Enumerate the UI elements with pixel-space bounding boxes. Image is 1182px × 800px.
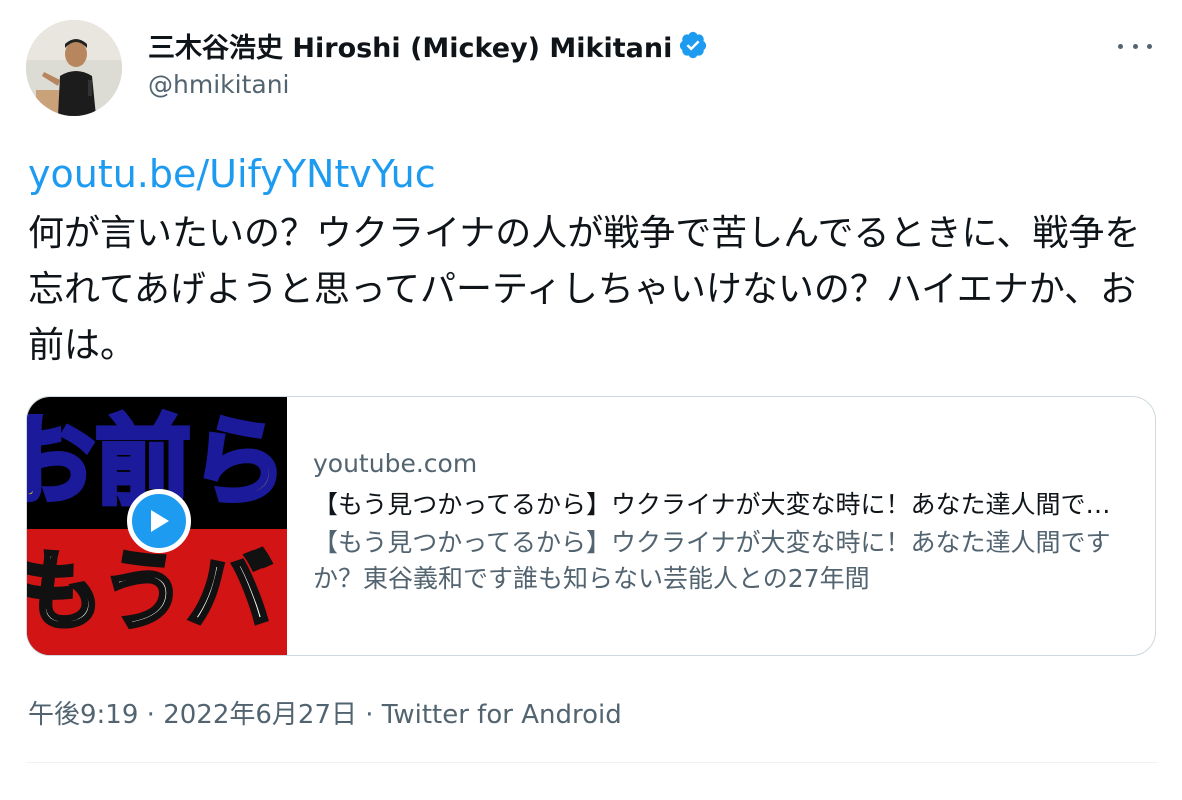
divider: [26, 762, 1158, 763]
card-description: 【もう見つかってるから】ウクライナが大変な時に！あなた達人間ですか？東谷義和です…: [313, 528, 1111, 593]
more-dot: [1132, 43, 1138, 49]
more-dot: [1118, 43, 1123, 49]
meta-separator: ·: [365, 700, 382, 730]
play-icon[interactable]: [127, 489, 191, 553]
tweet-meta: 午後9:19 · 2022年6月27日 · Twitter for Androi…: [28, 694, 622, 731]
card-thumbnail[interactable]: お前ら もうバレてる: [27, 397, 287, 655]
author-name-row: 三木谷浩史 Hiroshi (Mickey) Mikitani: [148, 24, 708, 66]
tweet-link[interactable]: youtu.be/UifyYNtvYuc: [28, 152, 436, 196]
tweet-source[interactable]: Twitter for Android: [382, 700, 622, 730]
meta-separator: ·: [146, 700, 164, 730]
avatar[interactable]: [26, 20, 122, 116]
tweet: 三木谷浩史 Hiroshi (Mickey) Mikitani @hmikita…: [0, 0, 1182, 800]
author-block: 三木谷浩史 Hiroshi (Mickey) Mikitani @hmikita…: [148, 24, 708, 99]
card-domain: youtube.com: [313, 449, 478, 478]
more-horizontal-icon[interactable]: [1118, 36, 1152, 56]
tweet-time[interactable]: 午後9:19: [28, 700, 138, 730]
verified-badge-icon: [678, 30, 708, 60]
more-dot: [1147, 43, 1152, 49]
author-handle[interactable]: @hmikitani: [148, 70, 708, 99]
thumbnail-text-bottom: もうバレてる: [27, 540, 287, 644]
tweet-text: 何が言いたいの？ウクライナの人が戦争で苦しんでるときに、戦争を忘れてあげようと思…: [28, 213, 1141, 366]
avatar-photo: [26, 20, 122, 116]
author-display-name[interactable]: 三木谷浩史 Hiroshi (Mickey) Mikitani: [148, 26, 672, 65]
card-title: 【もう見つかってるから】ウクライナが大変な時に！あなた達人間ですか？東谷義和です…: [313, 490, 1127, 519]
tweet-date[interactable]: 2022年6月27日: [163, 700, 357, 730]
link-card[interactable]: お前ら もうバレてる youtube.com 【もう見つかってるから】ウクライナ…: [26, 396, 1156, 656]
card-info: youtube.com 【もう見つかってるから】ウクライナが大変な時に！あなた達…: [287, 397, 1155, 655]
